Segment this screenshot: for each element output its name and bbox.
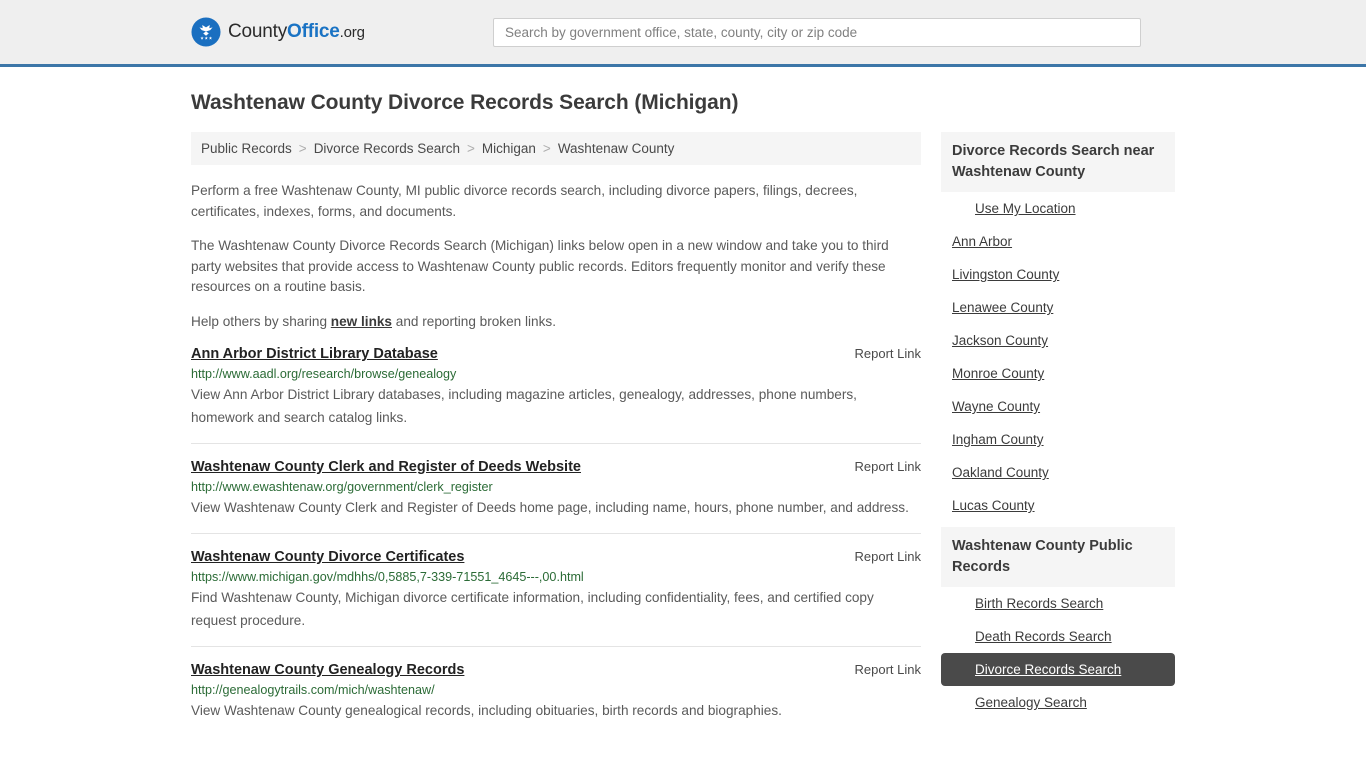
list-item: Birth Records Search: [941, 587, 1175, 620]
result-header: Ann Arbor District Library Database Repor…: [191, 346, 921, 362]
page-title: Washtenaw County Divorce Records Search …: [191, 91, 739, 114]
intro-paragraph-1: Perform a free Washtenaw County, MI publ…: [191, 183, 858, 219]
result-description: Find Washtenaw County, Michigan divorce …: [191, 590, 874, 628]
list-item: Ingham County: [941, 423, 1175, 456]
result-header: Washtenaw County Divorce Certificates Rep…: [191, 549, 921, 565]
intro-paragraph-2: The Washtenaw County Divorce Records Sea…: [191, 238, 889, 294]
result-header: Washtenaw County Clerk and Register of D…: [191, 459, 921, 475]
sidebar-nearby-section: Divorce Records Search near Washtenaw Co…: [941, 132, 1175, 522]
intro-p3-after: and reporting broken links.: [392, 313, 556, 329]
search-container: [493, 18, 1141, 47]
breadcrumb-item-0[interactable]: Public Records: [201, 141, 292, 156]
result-title-link[interactable]: Washtenaw County Clerk and Register of D…: [191, 459, 581, 475]
new-links-link[interactable]: new links: [331, 314, 392, 329]
result-description: View Washtenaw County Clerk and Register…: [191, 500, 909, 515]
sidebar-public-records-list: Birth Records Search Death Records Search…: [941, 587, 1175, 719]
sidebar-nearby-link[interactable]: Livingston County: [941, 258, 1175, 291]
list-item: Divorce Records Search: [941, 653, 1175, 686]
brand-wordmark: CountyOffice.org: [228, 21, 365, 43]
brand-text-county: County: [228, 21, 288, 42]
result-item: Washtenaw County Genealogy Records Report…: [191, 662, 921, 736]
list-item: Death Records Search: [941, 620, 1175, 653]
breadcrumb-item-1[interactable]: Divorce Records Search: [314, 141, 460, 156]
result-title-link[interactable]: Washtenaw County Genealogy Records: [191, 662, 464, 678]
list-item: Monroe County: [941, 357, 1175, 390]
result-title-link[interactable]: Ann Arbor District Library Database: [191, 346, 438, 362]
brand-text-tld: .org: [339, 24, 365, 41]
sidebar-records-link[interactable]: Birth Records Search: [941, 587, 1175, 620]
list-item: Oakland County: [941, 456, 1175, 489]
sidebar-records-link[interactable]: Divorce Records Search: [941, 653, 1175, 686]
sidebar-records-link[interactable]: Death Records Search: [941, 620, 1175, 653]
breadcrumb-item-2[interactable]: Michigan: [482, 141, 536, 156]
sidebar-nearby-link[interactable]: Monroe County: [941, 357, 1175, 390]
eagle-shield-icon: [191, 17, 221, 47]
sidebar-nearby-link[interactable]: Ann Arbor: [941, 225, 1175, 258]
sidebar-public-records-section: Washtenaw County Public Records Birth Re…: [941, 527, 1175, 719]
list-item: Wayne County: [941, 390, 1175, 423]
results-list: Ann Arbor District Library Database Repor…: [191, 346, 921, 736]
sidebar-nearby-link[interactable]: Ingham County: [941, 423, 1175, 456]
site-logo[interactable]: CountyOffice.org: [191, 17, 365, 47]
result-url[interactable]: http://www.aadl.org/research/browse/gene…: [191, 367, 921, 381]
list-item: Use My Location: [941, 192, 1175, 225]
result-description: View Washtenaw County genealogical recor…: [191, 703, 782, 718]
list-item: Ann Arbor: [941, 225, 1175, 258]
sidebar: Divorce Records Search near Washtenaw Co…: [941, 132, 1175, 724]
sidebar-nearby-link[interactable]: Oakland County: [941, 456, 1175, 489]
content-layout: Public Records > Divorce Records Search …: [191, 132, 1175, 751]
result-title-link[interactable]: Washtenaw County Divorce Certificates: [191, 549, 464, 565]
brand-text-office: Office: [287, 21, 340, 42]
list-item: Jackson County: [941, 324, 1175, 357]
result-url[interactable]: https://www.michigan.gov/mdhhs/0,5885,7-…: [191, 570, 921, 584]
intro-p3-before: Help others by sharing: [191, 313, 331, 329]
report-link-button[interactable]: Report Link: [841, 459, 921, 474]
breadcrumb-separator: >: [298, 141, 307, 156]
list-item: Lenawee County: [941, 291, 1175, 324]
report-link-button[interactable]: Report Link: [841, 549, 921, 564]
breadcrumb-separator: >: [542, 141, 551, 156]
report-link-button[interactable]: Report Link: [841, 346, 921, 361]
page-body: Washtenaw County Divorce Records Search …: [0, 91, 1366, 751]
site-header: CountyOffice.org: [0, 0, 1366, 67]
breadcrumb: Public Records > Divorce Records Search …: [191, 132, 921, 165]
sidebar-nearby-list: Use My Location Ann Arbor Livingston Coun…: [941, 192, 1175, 522]
report-link-button[interactable]: Report Link: [841, 662, 921, 677]
list-item: Livingston County: [941, 258, 1175, 291]
result-item: Washtenaw County Clerk and Register of D…: [191, 459, 921, 534]
intro-text: Perform a free Washtenaw County, MI publ…: [191, 181, 921, 332]
result-item: Washtenaw County Divorce Certificates Rep…: [191, 549, 921, 647]
search-input[interactable]: [493, 18, 1141, 47]
sidebar-nearby-link[interactable]: Lenawee County: [941, 291, 1175, 324]
breadcrumb-item-3[interactable]: Washtenaw County: [558, 141, 675, 156]
result-url[interactable]: http://www.ewashtenaw.org/government/cle…: [191, 480, 921, 494]
result-description: View Ann Arbor District Library database…: [191, 387, 857, 425]
main-column: Public Records > Divorce Records Search …: [191, 132, 921, 751]
sidebar-records-link[interactable]: Genealogy Search: [941, 686, 1175, 719]
breadcrumb-separator: >: [467, 141, 475, 156]
sidebar-nearby-link[interactable]: Jackson County: [941, 324, 1175, 357]
sidebar-nearby-heading: Divorce Records Search near Washtenaw Co…: [941, 132, 1175, 192]
sidebar-public-records-heading: Washtenaw County Public Records: [941, 527, 1175, 587]
result-item: Ann Arbor District Library Database Repor…: [191, 346, 921, 444]
list-item: Genealogy Search: [941, 686, 1175, 719]
result-url[interactable]: http://genealogytrails.com/mich/washtena…: [191, 683, 921, 697]
use-my-location-link[interactable]: Use My Location: [941, 192, 1175, 225]
intro-paragraph-3: Help others by sharing new links and rep…: [191, 312, 921, 333]
result-header: Washtenaw County Genealogy Records Report…: [191, 662, 921, 678]
sidebar-nearby-link[interactable]: Lucas County: [941, 489, 1175, 522]
sidebar-nearby-link[interactable]: Wayne County: [941, 390, 1175, 423]
list-item: Lucas County: [941, 489, 1175, 522]
